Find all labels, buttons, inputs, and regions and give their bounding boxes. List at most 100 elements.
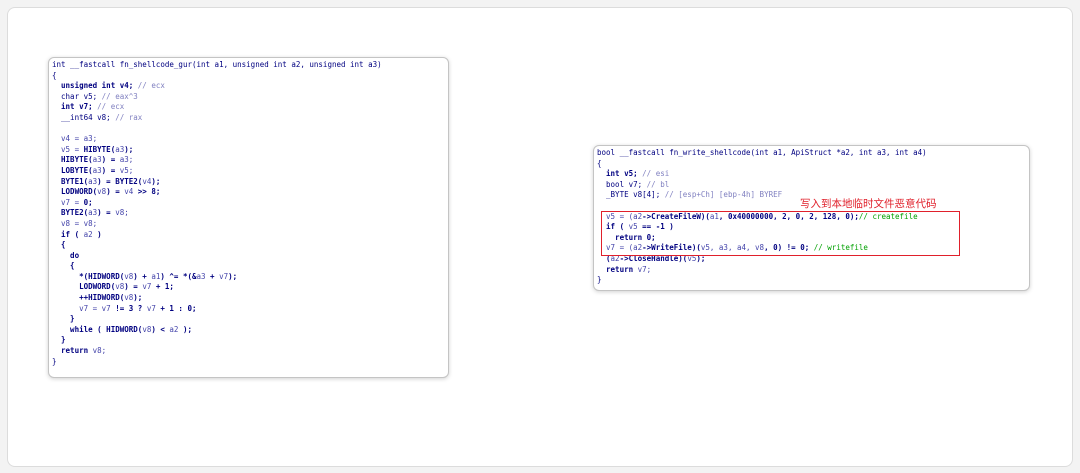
- code-line: }: [597, 275, 1029, 286]
- code-token: v4: [124, 187, 138, 197]
- code-token: }: [52, 356, 57, 366]
- code-token: int v7;: [52, 102, 98, 112]
- code-token: {: [597, 158, 602, 168]
- code-token: v8 = v8;: [52, 218, 98, 228]
- code-line: return v7;: [597, 265, 1029, 276]
- code-listing-shellcode-gur: int __fastcall fn_shellcode_gur(int a1, …: [49, 58, 448, 367]
- code-line: unsigned int v4; // ecx: [52, 81, 448, 92]
- code-token: v5 =: [52, 144, 84, 154]
- code-token: v4: [142, 176, 152, 186]
- code-line: }: [52, 314, 448, 325]
- code-token: {: [52, 70, 57, 80]
- code-token: LODWORD(: [52, 187, 98, 197]
- code-token: // eax^3: [101, 91, 138, 101]
- code-line: ++HIDWORD(v8);: [52, 293, 448, 304]
- code-token: // rax: [115, 112, 143, 122]
- code-token: {: [52, 261, 75, 271]
- code-line: HIBYTE(a3) = a3;: [52, 155, 448, 166]
- code-line: }: [52, 357, 448, 368]
- code-token: // ecx: [97, 102, 125, 112]
- code-line: return v8;: [52, 346, 448, 357]
- code-token: ) ^= *(&: [160, 271, 197, 281]
- code-token: a3: [88, 176, 98, 186]
- code-line: LODWORD(v8) = v7 + 1;: [52, 282, 448, 293]
- code-token: + 1 : 0;: [160, 303, 197, 313]
- code-token: v8;: [92, 346, 107, 356]
- code-token: != 3 ?: [115, 303, 147, 313]
- code-token: v4 = a3;: [52, 134, 98, 144]
- code-token: );: [182, 324, 192, 334]
- code-line: BYTE2(a3) = v8;: [52, 208, 448, 219]
- code-token: BYTE1(: [52, 176, 89, 186]
- code-token: bool __fastcall fn_write_shellcode(int a…: [597, 148, 927, 157]
- code-token: +: [210, 271, 220, 281]
- code-line: v5 = HIBYTE(a3);: [52, 145, 448, 156]
- code-token: v7: [219, 271, 229, 281]
- code-token: v7: [142, 282, 156, 292]
- code-token: ) = BYTE2(: [97, 176, 143, 186]
- code-line: }: [52, 335, 448, 346]
- code-line: {: [52, 240, 448, 251]
- code-line: char v5; // eax^3: [52, 92, 448, 103]
- code-line: int v7; // ecx: [52, 102, 448, 113]
- code-token: int v5;: [597, 169, 643, 179]
- code-token: // esi: [642, 169, 670, 179]
- highlight-annotation: 写入到本地临时文件恶意代码: [800, 198, 937, 210]
- code-token: // [esp+Ch] [ebp-4h] BYREF: [664, 190, 783, 200]
- code-token: // ecx: [137, 81, 165, 91]
- code-line: LOBYTE(a3) = v5;: [52, 166, 448, 177]
- code-token: a2: [169, 324, 183, 334]
- code-line: do: [52, 251, 448, 262]
- code-token: return: [597, 264, 638, 274]
- code-token: ) =: [101, 165, 120, 175]
- code-token: );: [151, 176, 161, 186]
- code-token: a3: [92, 155, 102, 165]
- code-token: HIBYTE(: [83, 144, 116, 154]
- code-token: v7 = v7: [52, 303, 116, 313]
- code-line: {: [52, 261, 448, 272]
- code-line: {: [597, 159, 1029, 170]
- code-line: BYTE1(a3) = BYTE2(v4);: [52, 177, 448, 188]
- code-token: return: [52, 346, 93, 356]
- code-line: __int64 v8; // rax: [52, 113, 448, 124]
- code-token: );: [133, 293, 143, 303]
- code-line: int v5; // esi: [597, 169, 1029, 180]
- code-token: ): [97, 229, 102, 239]
- code-token: v8: [115, 282, 125, 292]
- code-token: a3: [88, 208, 98, 218]
- code-token: a3: [196, 271, 211, 281]
- code-line: {: [52, 71, 448, 82]
- code-token: ) =: [101, 155, 120, 165]
- code-token: ) =: [106, 187, 125, 197]
- code-token: }: [52, 314, 75, 324]
- code-token: v5;: [119, 165, 134, 175]
- code-token: v8: [124, 293, 134, 303]
- code-token: LOBYTE(: [52, 165, 93, 175]
- code-token: unsigned int v4;: [52, 81, 138, 91]
- code-line: v4 = a3;: [52, 134, 448, 145]
- code-token: + 1;: [155, 282, 174, 292]
- code-line: if ( a2 ): [52, 230, 448, 241]
- code-token: }: [597, 275, 602, 285]
- code-token: if (: [52, 229, 84, 239]
- code-token: {: [52, 240, 66, 250]
- code-token: // bl: [646, 179, 670, 189]
- code-token: BYTE2(: [52, 208, 89, 218]
- code-token: a3: [115, 144, 125, 154]
- code-token: ) <: [151, 324, 170, 334]
- code-line: int __fastcall fn_shellcode_gur(int a1, …: [52, 60, 448, 71]
- code-line: while ( HIDWORD(v8) < a2 );: [52, 325, 448, 336]
- code-token: int __fastcall fn_shellcode_gur(int a1, …: [52, 60, 382, 69]
- code-token: _BYTE v8[4];: [597, 190, 665, 200]
- code-token: __int64 v8;: [52, 112, 116, 122]
- code-token: *(HIDWORD(: [52, 271, 125, 281]
- code-token: a3: [92, 165, 102, 175]
- code-token: );: [228, 271, 238, 281]
- code-token: v8: [124, 271, 134, 281]
- code-line: *(HIDWORD(v8) + a1) ^= *(&a3 + v7);: [52, 272, 448, 283]
- code-line: bool v7; // bl: [597, 180, 1029, 191]
- code-token: v7;: [637, 264, 652, 274]
- code-line: bool __fastcall fn_write_shellcode(int a…: [597, 148, 1029, 159]
- code-token: HIBYTE(: [52, 155, 93, 165]
